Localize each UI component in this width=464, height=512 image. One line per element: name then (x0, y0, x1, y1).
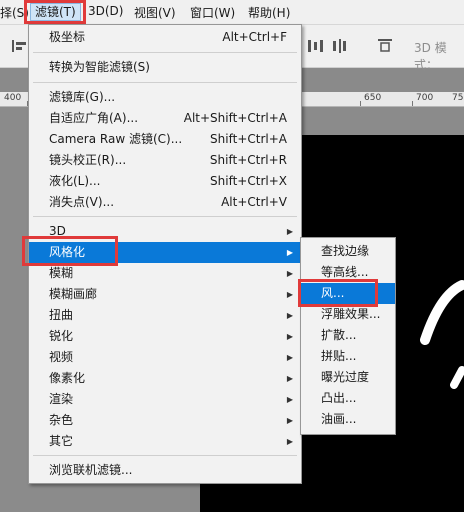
menu-item-lens-correction[interactable]: 镜头校正(R)... Shift+Ctrl+R (29, 150, 301, 171)
menu-3d[interactable]: 3D(D) (88, 4, 123, 18)
menu-item-distort[interactable]: 扭曲 ▶ (29, 305, 301, 326)
stylize-submenu: 查找边缘 等高线... 风... 浮雕效果... 扩散... 拼贴... 曝光过… (300, 237, 396, 435)
menu-item-polar-coordinates[interactable]: 极坐标 Alt+Ctrl+F (29, 27, 301, 48)
submenu-item-diffuse[interactable]: 扩散... (301, 325, 395, 346)
submenu-arrow-icon: ▶ (286, 395, 293, 404)
menu-item-pixelate[interactable]: 像素化 ▶ (29, 368, 301, 389)
menu-help[interactable]: 帮助(H) (248, 4, 290, 21)
menu-item-liquify[interactable]: 液化(L)... Shift+Ctrl+X (29, 171, 301, 192)
menu-item-filter-gallery[interactable]: 滤镜库(G)... (29, 87, 301, 108)
menu-item-adaptive-wide-angle[interactable]: 自适应广角(A)... Alt+Shift+Ctrl+A (29, 108, 301, 129)
filter-menu: 极坐标 Alt+Ctrl+F 转换为智能滤镜(S) 滤镜库(G)... 自适应广… (28, 24, 302, 484)
menu-separator (33, 52, 297, 53)
menu-item-camera-raw[interactable]: Camera Raw 滤镜(C)... Shift+Ctrl+A (29, 129, 301, 150)
submenu-arrow-icon: ▶ (286, 416, 293, 425)
align-left-icon[interactable] (10, 38, 30, 54)
submenu-arrow-icon: ▶ (286, 227, 293, 236)
submenu-item-contour[interactable]: 等高线... (301, 262, 395, 283)
submenu-item-extrude[interactable]: 凸出... (301, 388, 395, 409)
mode-3d-label: 3D 模式： (414, 41, 447, 72)
menu-item-sharpen[interactable]: 锐化 ▶ (29, 326, 301, 347)
submenu-item-find-edges[interactable]: 查找边缘 (301, 241, 395, 262)
submenu-item-tiles[interactable]: 拼贴... (301, 346, 395, 367)
submenu-arrow-icon: ▶ (286, 332, 293, 341)
submenu-arrow-icon: ▶ (286, 311, 293, 320)
submenu-arrow-icon: ▶ (286, 248, 293, 257)
menu-window[interactable]: 窗口(W) (190, 4, 235, 21)
menu-item-3d[interactable]: 3D ▶ (29, 221, 301, 242)
menu-filter[interactable]: 滤镜(T) (30, 3, 81, 21)
menu-item-render[interactable]: 渲染 ▶ (29, 389, 301, 410)
menu-item-convert-smart-filter[interactable]: 转换为智能滤镜(S) (29, 57, 301, 78)
submenu-arrow-icon: ▶ (286, 353, 293, 362)
submenu-arrow-icon: ▶ (286, 437, 293, 446)
ruler-label: 650 (364, 93, 382, 103)
menu-item-vanishing-point[interactable]: 消失点(V)... Alt+Ctrl+V (29, 192, 301, 213)
distribute-icon[interactable] (306, 38, 326, 54)
menu-separator (33, 455, 297, 456)
menu-item-noise[interactable]: 杂色 ▶ (29, 410, 301, 431)
menu-item-blur[interactable]: 模糊 ▶ (29, 263, 301, 284)
submenu-arrow-icon: ▶ (286, 374, 293, 383)
ruler-label: 700 (416, 93, 434, 103)
menu-item-browse-filters-online[interactable]: 浏览联机滤镜... (29, 460, 301, 481)
submenu-item-emboss[interactable]: 浮雕效果... (301, 304, 395, 325)
distribute-v-icon[interactable] (376, 38, 396, 54)
submenu-item-solarize[interactable]: 曝光过度 (301, 367, 395, 388)
submenu-item-oil-paint[interactable]: 油画... (301, 409, 395, 430)
ruler-label: 400 (4, 93, 22, 103)
menu-item-other[interactable]: 其它 ▶ (29, 431, 301, 452)
menu-item-blur-gallery[interactable]: 模糊画廊 ▶ (29, 284, 301, 305)
menu-view[interactable]: 视图(V) (134, 4, 176, 21)
distribute-h-icon[interactable] (330, 38, 350, 54)
submenu-arrow-icon: ▶ (286, 269, 293, 278)
submenu-item-wind[interactable]: 风... (301, 283, 395, 304)
submenu-arrow-icon: ▶ (286, 290, 293, 299)
menu-item-video[interactable]: 视频 ▶ (29, 347, 301, 368)
menu-separator (33, 216, 297, 217)
menu-bar: 择(S) 滤镜(T) 3D(D) 视图(V) 窗口(W) 帮助(H) (0, 0, 464, 25)
menu-item-stylize[interactable]: 风格化 ▶ (29, 242, 301, 263)
menu-select[interactable]: 择(S) (0, 4, 29, 21)
ruler-label: 750 (452, 93, 464, 103)
menu-separator (33, 82, 297, 83)
